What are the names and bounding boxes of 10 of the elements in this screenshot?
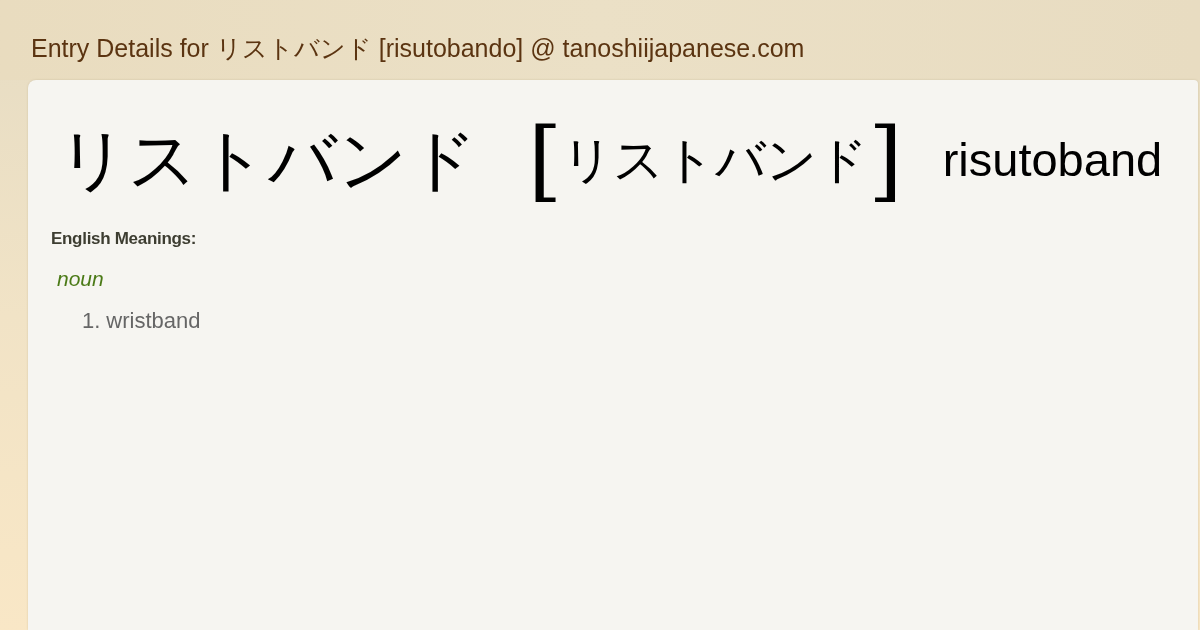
sense-number: 1. (82, 307, 101, 335)
meaning-text: wristband (106, 307, 201, 335)
headword: リストバンド (58, 120, 478, 200)
bracket-open: [ (528, 112, 563, 208)
reading: リストバンド (562, 130, 869, 190)
romaji: risutoband (942, 133, 1163, 187)
part-of-speech: noun (57, 266, 104, 292)
bracket-close: ] (868, 112, 903, 208)
meanings-label: English Meanings: (51, 228, 197, 250)
page-title: Entry Details for リストバンド [risutobando] @ tanoshiijapanese.com (31, 33, 805, 63)
